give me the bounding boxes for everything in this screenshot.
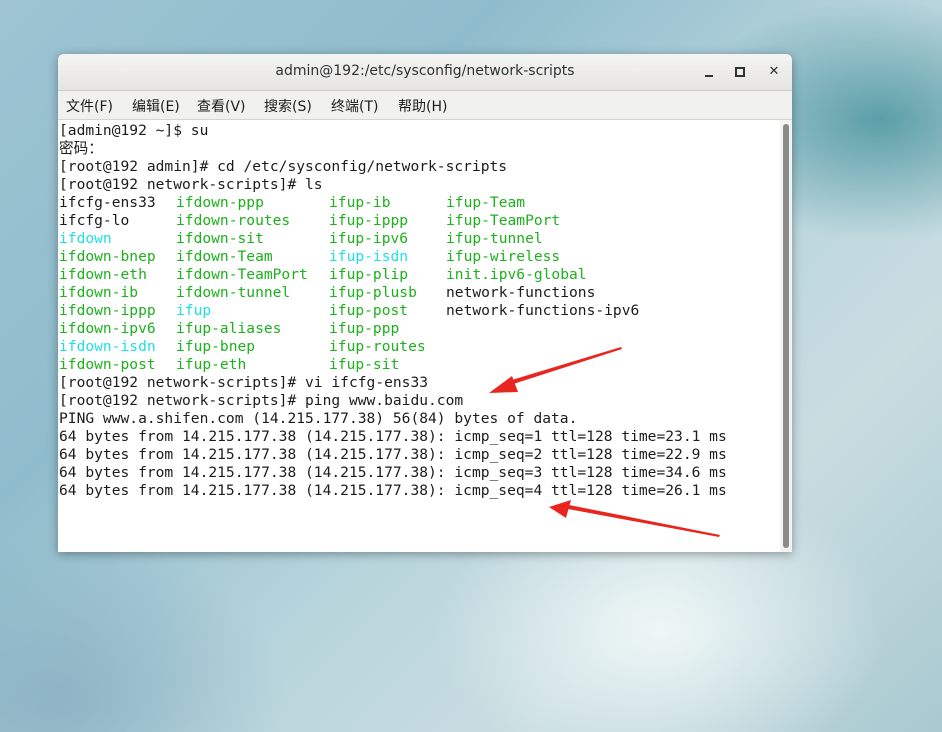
close-icon: ✕ [768, 64, 780, 79]
ls-entry: ifup-ib [329, 194, 391, 211]
maximize-icon [735, 67, 745, 77]
ls-entry: ifup-wireless [446, 248, 561, 265]
scrollbar-thumb[interactable] [783, 124, 789, 548]
scrollbar[interactable] [780, 120, 792, 552]
ls-entry: network-functions-ipv6 [446, 302, 640, 319]
ls-entry: ifdown-TeamPort [176, 266, 308, 283]
window-title: admin@192:/etc/sysconfig/network-scripts [275, 63, 575, 79]
ls-entry: ifup-post [329, 302, 409, 319]
menu-view[interactable]: 查看(V) [197, 96, 246, 116]
ls-entry: ifdown-ppp [176, 194, 264, 211]
ls-entry: ifdown [59, 230, 112, 247]
menu-edit[interactable]: 编辑(E) [132, 96, 180, 116]
ls-entry: ifdown-eth [59, 266, 147, 283]
ls-entry: ifdown-Team [176, 248, 273, 265]
ls-entry: init.ipv6-global [446, 266, 587, 283]
ls-entry: network-functions [446, 284, 596, 301]
menu-search[interactable]: 搜索(S) [264, 96, 312, 116]
ls-entry: ifup-ppp [329, 320, 400, 337]
ls-entry: ifup-bnep [176, 338, 256, 355]
terminal-line: [root@192 network-scripts]# ping www.bai… [59, 392, 464, 409]
ls-entry: ifdown-ippp [59, 302, 156, 319]
minimize-button[interactable] [700, 62, 720, 82]
terminal-line: [root@192 network-scripts]# vi ifcfg-ens… [59, 374, 429, 391]
ls-entry: ifup-Team [446, 194, 526, 211]
terminal-line: PING www.a.shifen.com (14.215.177.38) 56… [59, 410, 578, 427]
ls-entry: ifup-ippp [329, 212, 409, 229]
ls-entry: ifdown-ipv6 [59, 320, 156, 337]
ls-entry: ifup-aliases [176, 320, 282, 337]
ls-entry: ifdown-isdn [59, 338, 156, 355]
ls-entry: ifup-sit [329, 356, 400, 373]
minimize-icon [705, 75, 713, 77]
terminal-line: 64 bytes from 14.215.177.38 (14.215.177.… [59, 428, 727, 445]
terminal-line: [admin@192 ~]$ su [59, 122, 209, 139]
ls-entry: ifdown-bnep [59, 248, 156, 265]
ls-entry: ifup-plip [329, 266, 409, 283]
ls-entry: ifup-isdn [329, 248, 409, 265]
terminal-line: [root@192 admin]# cd /etc/sysconfig/netw… [59, 158, 508, 175]
menu-file[interactable]: 文件(F) [66, 96, 113, 116]
ls-entry: ifup-TeamPort [446, 212, 561, 229]
title-bar[interactable]: admin@192:/etc/sysconfig/network-scripts… [58, 54, 792, 91]
terminal-line: 64 bytes from 14.215.177.38 (14.215.177.… [59, 464, 727, 481]
terminal-line: 密码： [59, 140, 103, 157]
menu-bar: 文件(F) 编辑(E) 查看(V) 搜索(S) 终端(T) 帮助(H) [58, 91, 792, 120]
maximize-button[interactable] [730, 62, 750, 82]
ls-entry: ifup-routes [329, 338, 426, 355]
ls-entry: ifup-tunnel [446, 230, 543, 247]
ls-entry: ifdown-post [59, 356, 156, 373]
ls-entry: ifdown-sit [176, 230, 264, 247]
ls-entry: ifup-eth [176, 356, 247, 373]
terminal-line: [root@192 network-scripts]# ls [59, 176, 323, 193]
terminal-window: admin@192:/etc/sysconfig/network-scripts… [58, 54, 792, 552]
terminal-line: 64 bytes from 14.215.177.38 (14.215.177.… [59, 482, 727, 499]
close-button[interactable]: ✕ [764, 62, 784, 82]
menu-help[interactable]: 帮助(H) [398, 96, 447, 116]
menu-terminal[interactable]: 终端(T) [331, 96, 378, 116]
ls-entry: ifup-ipv6 [329, 230, 409, 247]
ls-entry: ifcfg-ens33 [59, 194, 156, 211]
terminal-line: 64 bytes from 14.215.177.38 (14.215.177.… [59, 446, 727, 463]
ls-entry: ifdown-ib [59, 284, 139, 301]
ls-entry: ifdown-routes [176, 212, 291, 229]
ls-entry: ifcfg-lo [59, 212, 130, 229]
terminal-output[interactable]: [admin@192 ~]$ su 密码： [root@192 admin]# cd… [58, 120, 780, 552]
ls-entry: ifup-plusb [329, 284, 417, 301]
ls-entry: ifdown-tunnel [176, 284, 291, 301]
ls-entry: ifup [176, 302, 212, 319]
